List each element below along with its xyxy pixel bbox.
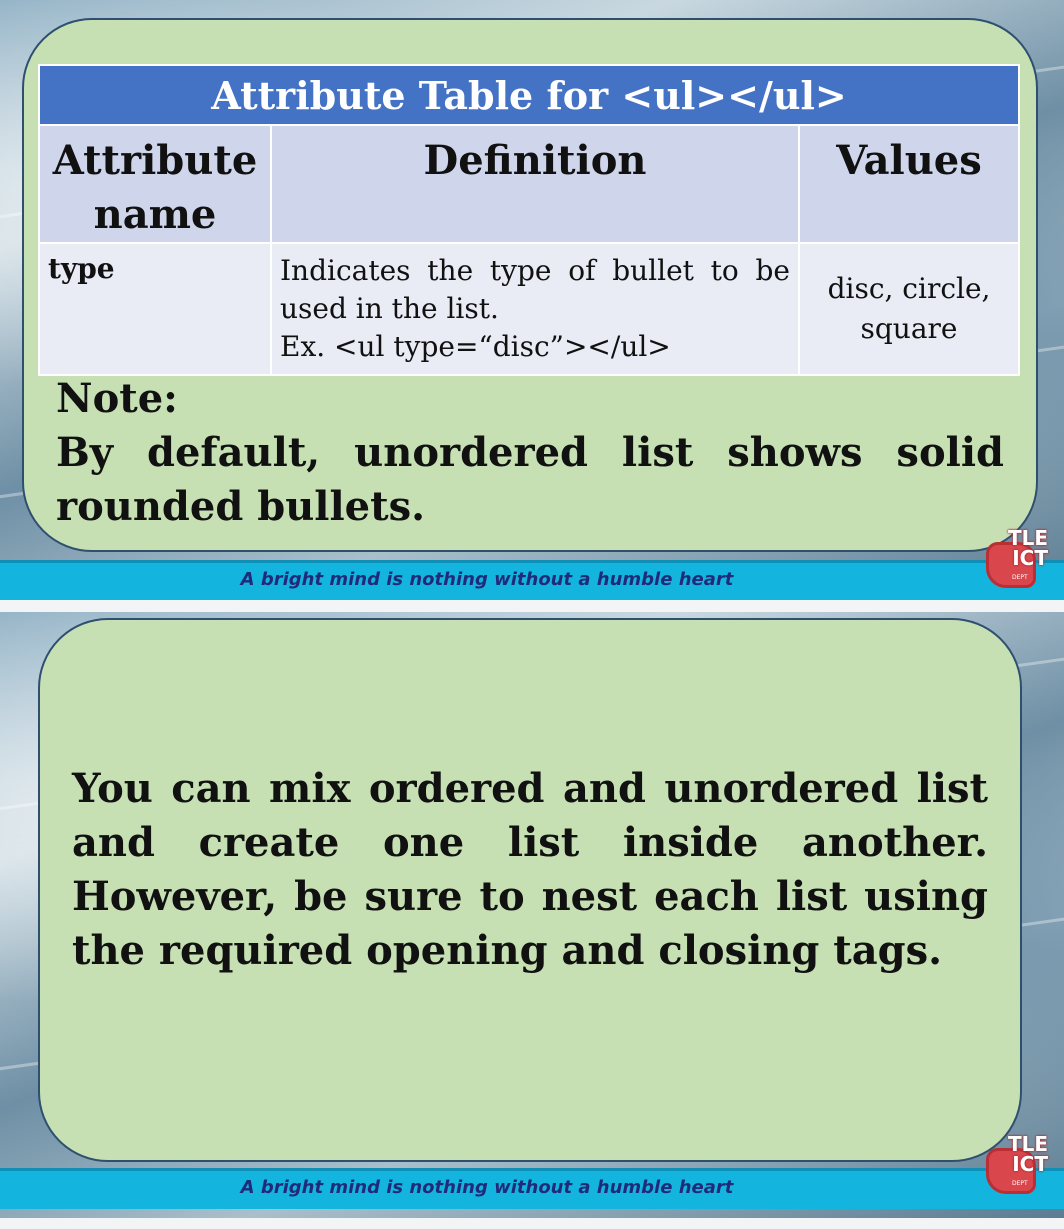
logo-text-top: TLE [1007, 1132, 1048, 1156]
logo-text-top: TLE [1007, 526, 1048, 550]
nesting-paragraph: You can mix ordered and unordered list a… [72, 765, 988, 974]
footer-motto: A bright mind is nothing without a humbl… [240, 569, 734, 590]
note-label: Note: [56, 375, 178, 422]
logo-text-bottom: ICT [1012, 546, 1048, 570]
definition-example: Ex. <ul type=“disc”></ul> [280, 330, 671, 363]
tle-ict-logo: TLE ICT DEPT [978, 1134, 1048, 1196]
logo-text: TLE ICT [1008, 528, 1048, 568]
cell-values: disc, circle, square [797, 242, 1021, 376]
attribute-table: Attribute Table for <ul></ul> Attribute … [37, 64, 1021, 376]
cell-definition: Indicates the type of bullet to be used … [270, 242, 800, 376]
definition-text: Indicates the type of bullet to be used … [280, 254, 790, 325]
tle-ict-logo: TLE ICT DEPT [978, 528, 1048, 590]
header-definition: Definition [270, 124, 800, 244]
header-values: Values [797, 124, 1021, 244]
table-title: Attribute Table for <ul></ul> [37, 64, 1021, 126]
slide-nested-lists: You can mix ordered and unordered list a… [0, 612, 1064, 1218]
slide-attribute-table: Attribute Table for <ul></ul> Attribute … [0, 0, 1064, 600]
header-attribute-name: Attribute name [38, 124, 272, 244]
cell-attribute: type [38, 242, 272, 376]
logo-sub: DEPT [1012, 574, 1028, 581]
logo-sub: DEPT [1012, 1180, 1028, 1187]
note-text: By default, unordered list shows solid r… [56, 429, 1004, 530]
note-block: Note: By default, unordered list shows s… [56, 372, 1004, 534]
footer-band: A bright mind is nothing without a humbl… [0, 560, 1064, 600]
logo-text: TLE ICT [1008, 1134, 1048, 1174]
footer-band: A bright mind is nothing without a humbl… [0, 1168, 1064, 1209]
logo-text-bottom: ICT [1012, 1152, 1048, 1176]
table-row: type Indicates the type of bullet to be … [38, 242, 1021, 376]
footer-motto: A bright mind is nothing without a humbl… [240, 1177, 734, 1198]
